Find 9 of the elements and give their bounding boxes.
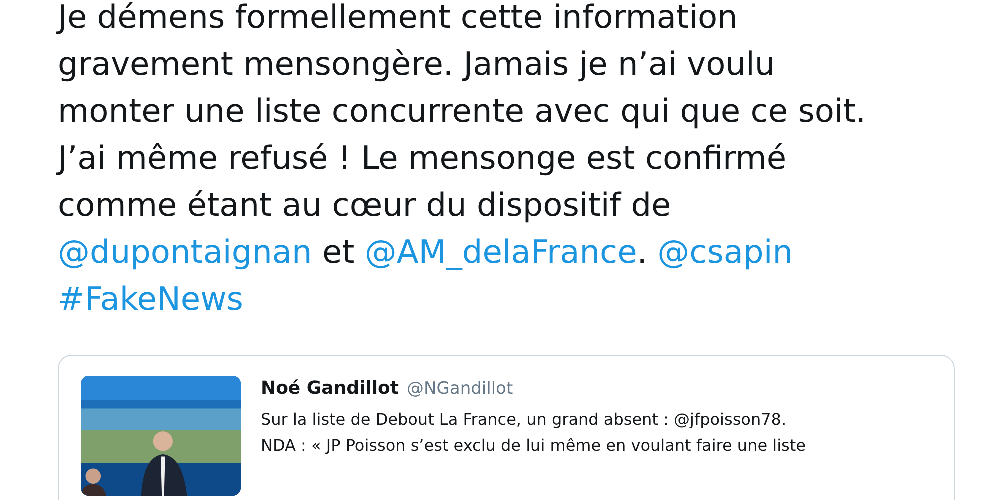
author-name[interactable]: Noé Gandillot: [261, 378, 400, 399]
author-handle[interactable]: @NGandillot: [407, 379, 514, 399]
quoted-tweet-text: Sur la liste de Debout La France, un grand absent : @jfpoisson78. NDA : « JP Poisson s’est exclu de lui même en voulant faire une liste: [261, 409, 806, 457]
tweet-link[interactable]: @AM_delaFrance: [364, 233, 638, 271]
tweet-link[interactable]: @dupontaignan: [58, 233, 312, 271]
tweet-link[interactable]: @csapin: [658, 233, 793, 271]
tweet-text: Je démens formellement cette information gravement mensongère. Jamais je n’ai voulu monter une liste concurrente avec qui que ce soit. J’ai même refusé ! Le mensonge est confirmé comme étant au cœur du dispositif de @dupontaignan et @AM_delaFrance. @csapin #FakeNews: [58, 0, 868, 320]
tweet-link[interactable]: #FakeNews: [58, 280, 244, 318]
quoted-tweet-card[interactable]: Noé Gandillot @NGandillot Sur la liste de Debout La France, un grand absent : @jfpoisson78. NDA : « JP Poisson s’est exclu de lui même en voulant faire une liste: [58, 355, 955, 500]
